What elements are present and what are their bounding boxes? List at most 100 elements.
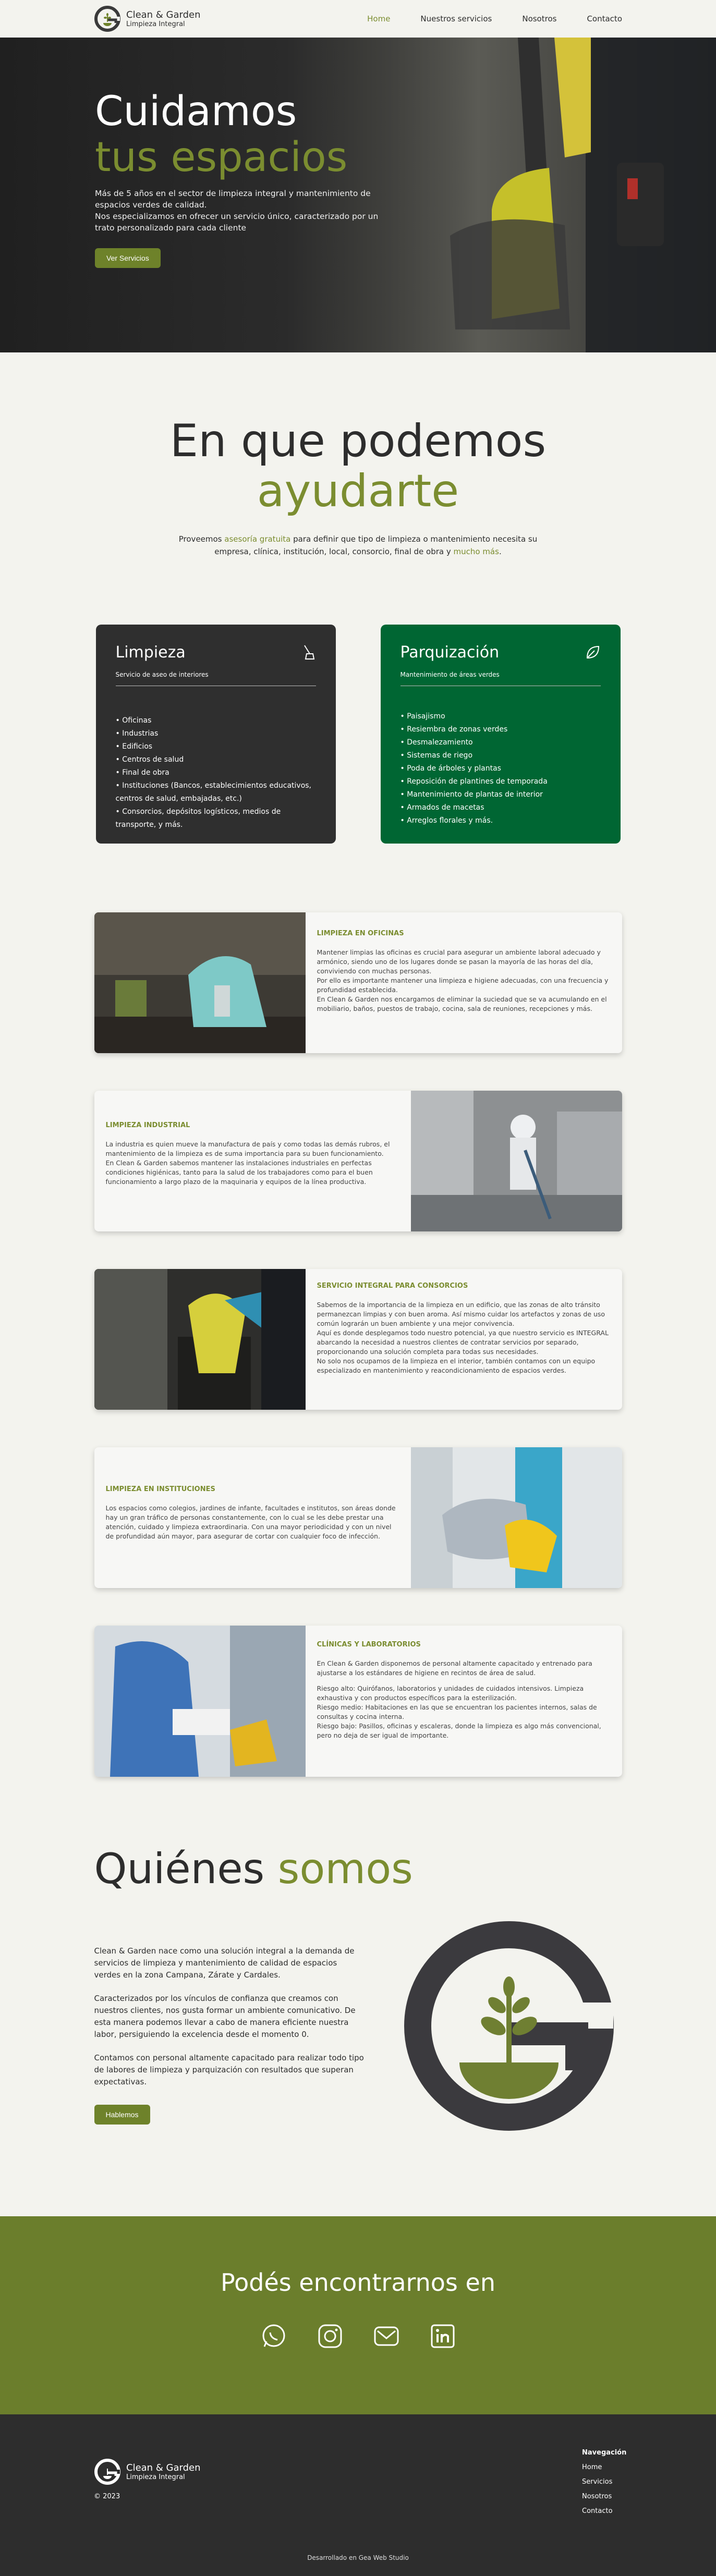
list-item: Industrias	[116, 727, 316, 740]
feature-text: LIMPIEZA EN INSTITUCIONES Los espacios c…	[94, 1447, 411, 1588]
about-body: Clean & Garden nace como una solución in…	[94, 1914, 622, 2138]
hero-content: Cuidamos tus espacios Más de 5 años en e…	[95, 89, 387, 268]
feature-title: LIMPIEZA EN OFICINAS	[317, 930, 404, 937]
lets-talk-button[interactable]: Hablemos	[94, 2105, 150, 2125]
list-item: Armados de macetas	[401, 801, 601, 814]
about-title: Quiénes somos	[94, 1845, 622, 1893]
feature-paragraph: La industria es quien mueve la manufactu…	[105, 1140, 390, 1157]
list-item: Paisajismo	[401, 710, 601, 723]
list-item: Arreglos florales y más.	[401, 814, 601, 827]
about-section: Quiénes somos Clean & Garden nace como u…	[94, 1845, 622, 2138]
consortium-cleaning-photo	[94, 1269, 306, 1410]
nav-services[interactable]: Nuestros servicios	[420, 14, 492, 23]
institution-cleaning-photo	[410, 1447, 622, 1588]
footer-brand-name: Clean & Garden	[126, 2462, 201, 2473]
feature-paragraph: Riesgo alto: Quirófanos, laboratorios y …	[317, 1684, 584, 1702]
site-footer: Clean & Garden Limpieza Integral © 2023 …	[0, 2414, 716, 2576]
feature-paragraph: Por ello es importante mantener una limp…	[317, 976, 609, 994]
logo-icon	[94, 6, 120, 32]
feature-text: CLÍNICAS Y LABORATORIOS En Clean & Garde…	[306, 1626, 622, 1777]
more-link[interactable]: mucho más	[454, 547, 499, 556]
features-section: LIMPIEZA EN OFICINAS Mantener limpias la…	[0, 844, 716, 1777]
nav-contact[interactable]: Contacto	[587, 14, 622, 23]
leaf-icon	[586, 645, 599, 659]
service-title: Parquización	[400, 643, 500, 662]
feature-paragraph: Los espacios como colegios, jardines de …	[105, 1504, 396, 1540]
help-title-line2: ayudarte	[257, 465, 459, 517]
help-intro-a: Proveemos	[178, 534, 225, 544]
feature-institutions: LIMPIEZA EN INSTITUCIONES Los espacios c…	[94, 1447, 622, 1588]
about-paragraph: Contamos con personal altamente capacita…	[94, 2053, 364, 2086]
help-title-line1: En que podemos	[169, 415, 547, 467]
feature-text: LIMPIEZA INDUSTRIAL La industria es quie…	[94, 1091, 411, 1231]
feature-paragraph: En Clean & Garden disponemos de personal…	[317, 1659, 592, 1677]
list-item: Oficinas	[116, 714, 316, 727]
main-nav: Home Nuestros servicios Nosotros Contact…	[367, 14, 622, 23]
feature-paragraph: En Clean & Garden sabemos mantener las i…	[105, 1159, 373, 1186]
brand-name: Clean & Garden	[126, 9, 201, 20]
feature-paragraph: Mantener limpias las oficinas es crucial…	[317, 948, 601, 975]
service-subtitle: Mantenimiento de áreas verdes	[400, 671, 601, 686]
footer-nav-home[interactable]: Home	[582, 2460, 626, 2475]
mail-icon[interactable]	[373, 2323, 400, 2350]
hero-text-2: Nos especializamos en ofrecer un servici…	[95, 212, 379, 233]
hero-description: Más de 5 años en el sector de limpieza i…	[95, 188, 387, 234]
brand[interactable]: Clean & Garden Limpieza Integral	[94, 5, 201, 32]
logo-icon	[94, 2459, 120, 2485]
list-item: Edificios	[116, 740, 316, 753]
feature-paragraph: En Clean & Garden nos encargamos de elim…	[317, 995, 607, 1012]
feature-paragraph: Riesgo bajo: Pasillos, oficinas y escale…	[317, 1722, 601, 1739]
feature-offices: LIMPIEZA EN OFICINAS Mantener limpias la…	[94, 912, 622, 1053]
service-card-cleaning[interactable]: Limpieza Servicio de aseo de interiores …	[95, 625, 336, 844]
list-item: Reposición de plantines de temporada	[401, 775, 601, 788]
free-advice-link[interactable]: asesoría gratuita	[224, 534, 290, 544]
view-services-button[interactable]: Ver Servicios	[95, 248, 161, 268]
nav-about[interactable]: Nosotros	[522, 14, 556, 23]
office-cleaning-photo	[94, 912, 306, 1053]
service-subtitle: Servicio de aseo de interiores	[115, 671, 316, 686]
feature-paragraph: Riesgo medio: Habitaciones en las que se…	[317, 1703, 597, 1720]
service-card-landscaping[interactable]: Parquización Mantenimiento de áreas verd…	[380, 625, 621, 844]
feature-text: SERVICIO INTEGRAL PARA CONSORCIOS Sabemo…	[306, 1269, 622, 1410]
list-item: Centros de salud	[116, 753, 316, 766]
instagram-icon[interactable]	[317, 2323, 344, 2350]
service-cards: Limpieza Servicio de aseo de interiores …	[0, 625, 716, 844]
footer-brand[interactable]: Clean & Garden Limpieza Integral	[94, 2458, 201, 2485]
footer-nav-title: Navegación	[582, 2449, 627, 2457]
service-list: Oficinas Industrias Edificios Centros de…	[116, 714, 316, 832]
footer-nav-services[interactable]: Servicios	[582, 2475, 626, 2489]
footer-nav-about[interactable]: Nosotros	[582, 2489, 626, 2504]
feature-clinics: CLÍNICAS Y LABORATORIOS En Clean & Garde…	[94, 1626, 622, 1777]
developer-credit[interactable]: Desarrollado en Gea Web Studio	[0, 2554, 716, 2561]
list-item: Final de obra	[116, 766, 316, 779]
about-paragraph: Caracterizados por los vínculos de confi…	[94, 1994, 356, 2039]
feature-title: CLÍNICAS Y LABORATORIOS	[317, 1641, 421, 1649]
whatsapp-icon[interactable]	[260, 2323, 287, 2350]
feature-title: LIMPIEZA INDUSTRIAL	[105, 1121, 190, 1129]
feature-title: SERVICIO INTEGRAL PARA CONSORCIOS	[317, 1282, 468, 1290]
hero-title-line1: Cuidamos	[95, 88, 297, 135]
list-item: Instituciones (Bancos, establecimientos …	[116, 779, 316, 805]
footer-nav-contact[interactable]: Contacto	[582, 2504, 626, 2519]
service-list: Paisajismo Resiembra de zonas verdes Des…	[401, 710, 601, 827]
about-paragraph: Clean & Garden nace como una solución in…	[94, 1946, 355, 1980]
contact-title: Podés encontrarnos en	[221, 2268, 495, 2297]
hero-text-1: Más de 5 años en el sector de limpieza i…	[95, 189, 371, 210]
about-title-b: somos	[277, 1845, 413, 1893]
nav-home[interactable]: Home	[367, 14, 390, 23]
help-intro-c: .	[499, 547, 502, 556]
service-title: Limpieza	[115, 643, 186, 662]
linkedin-icon[interactable]	[429, 2323, 456, 2350]
feature-industrial: LIMPIEZA INDUSTRIAL La industria es quie…	[94, 1091, 622, 1231]
contact-band: Podés encontrarnos en	[0, 2216, 716, 2414]
hero-title-line2: tus espacios	[95, 134, 348, 181]
brand-logo-large	[404, 1921, 614, 2131]
site-header: Clean & Garden Limpieza Integral Home Nu…	[0, 0, 716, 38]
industrial-cleaning-photo	[410, 1091, 622, 1231]
footer-brand-subtitle: Limpieza Integral	[126, 2473, 185, 2481]
feature-paragraph: Sabemos de la importancia de la limpieza…	[317, 1301, 605, 1327]
list-item: Mantenimiento de plantas de interior	[401, 788, 601, 801]
list-item: Poda de árboles y plantas	[401, 762, 601, 775]
feature-title: LIMPIEZA EN INSTITUCIONES	[105, 1485, 215, 1493]
help-intro: Proveemos asesoría gratuita para definir…	[160, 533, 556, 558]
